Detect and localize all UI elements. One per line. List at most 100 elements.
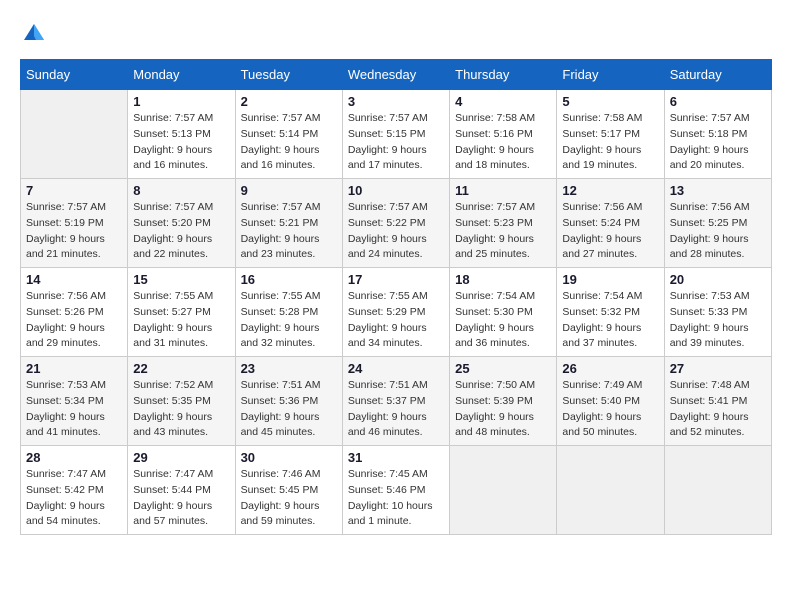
- day-number: 9: [241, 183, 337, 198]
- day-cell: 26 Sunrise: 7:49 AM Sunset: 5:40 PM Dayli…: [557, 357, 664, 446]
- day-cell: 6 Sunrise: 7:57 AM Sunset: 5:18 PM Daylig…: [664, 90, 771, 179]
- day-cell: 3 Sunrise: 7:57 AM Sunset: 5:15 PM Daylig…: [342, 90, 449, 179]
- day-cell: 10 Sunrise: 7:57 AM Sunset: 5:22 PM Dayli…: [342, 179, 449, 268]
- day-number: 5: [562, 94, 658, 109]
- day-info: Sunrise: 7:57 AM Sunset: 5:23 PM Dayligh…: [455, 200, 551, 263]
- day-cell: [21, 90, 128, 179]
- day-number: 12: [562, 183, 658, 198]
- day-info: Sunrise: 7:45 AM Sunset: 5:46 PM Dayligh…: [348, 467, 444, 530]
- day-info: Sunrise: 7:57 AM Sunset: 5:18 PM Dayligh…: [670, 111, 766, 174]
- day-number: 4: [455, 94, 551, 109]
- day-number: 28: [26, 450, 122, 465]
- day-info: Sunrise: 7:57 AM Sunset: 5:22 PM Dayligh…: [348, 200, 444, 263]
- week-row-2: 7 Sunrise: 7:57 AM Sunset: 5:19 PM Daylig…: [21, 179, 772, 268]
- day-number: 13: [670, 183, 766, 198]
- day-info: Sunrise: 7:57 AM Sunset: 5:14 PM Dayligh…: [241, 111, 337, 174]
- day-cell: 2 Sunrise: 7:57 AM Sunset: 5:14 PM Daylig…: [235, 90, 342, 179]
- day-cell: 8 Sunrise: 7:57 AM Sunset: 5:20 PM Daylig…: [128, 179, 235, 268]
- day-number: 27: [670, 361, 766, 376]
- day-info: Sunrise: 7:57 AM Sunset: 5:15 PM Dayligh…: [348, 111, 444, 174]
- day-number: 18: [455, 272, 551, 287]
- week-row-1: 1 Sunrise: 7:57 AM Sunset: 5:13 PM Daylig…: [21, 90, 772, 179]
- day-cell: 14 Sunrise: 7:56 AM Sunset: 5:26 PM Dayli…: [21, 268, 128, 357]
- day-info: Sunrise: 7:47 AM Sunset: 5:44 PM Dayligh…: [133, 467, 229, 530]
- day-cell: 12 Sunrise: 7:56 AM Sunset: 5:24 PM Dayli…: [557, 179, 664, 268]
- day-info: Sunrise: 7:46 AM Sunset: 5:45 PM Dayligh…: [241, 467, 337, 530]
- day-number: 10: [348, 183, 444, 198]
- day-number: 6: [670, 94, 766, 109]
- day-cell: 21Sunrise: 7:53 AM Sunset: 5:34 PM Dayli…: [21, 357, 128, 446]
- day-cell: 22 Sunrise: 7:52 AM Sunset: 5:35 PM Dayli…: [128, 357, 235, 446]
- day-number: 23: [241, 361, 337, 376]
- day-info: Sunrise: 7:57 AM Sunset: 5:13 PM Dayligh…: [133, 111, 229, 174]
- day-info: Sunrise: 7:54 AM Sunset: 5:32 PM Dayligh…: [562, 289, 658, 352]
- day-cell: 27 Sunrise: 7:48 AM Sunset: 5:41 PM Dayli…: [664, 357, 771, 446]
- day-cell: 19 Sunrise: 7:54 AM Sunset: 5:32 PM Dayli…: [557, 268, 664, 357]
- day-number: 8: [133, 183, 229, 198]
- day-cell: [557, 446, 664, 535]
- day-number: 7: [26, 183, 122, 198]
- day-info: Sunrise: 7:55 AM Sunset: 5:27 PM Dayligh…: [133, 289, 229, 352]
- day-number: 29: [133, 450, 229, 465]
- day-info: Sunrise: 7:51 AM Sunset: 5:37 PM Dayligh…: [348, 378, 444, 441]
- day-cell: 24Sunrise: 7:51 AM Sunset: 5:37 PM Dayli…: [342, 357, 449, 446]
- day-number: 1: [133, 94, 229, 109]
- day-info: Sunrise: 7:56 AM Sunset: 5:26 PM Dayligh…: [26, 289, 122, 352]
- weekday-header-tuesday: Tuesday: [235, 60, 342, 90]
- day-cell: 20Sunrise: 7:53 AM Sunset: 5:33 PM Dayli…: [664, 268, 771, 357]
- day-number: 3: [348, 94, 444, 109]
- day-info: Sunrise: 7:48 AM Sunset: 5:41 PM Dayligh…: [670, 378, 766, 441]
- weekday-header-wednesday: Wednesday: [342, 60, 449, 90]
- day-number: 30: [241, 450, 337, 465]
- logo-icon: [22, 20, 46, 44]
- day-number: 21: [26, 361, 122, 376]
- day-cell: 7 Sunrise: 7:57 AM Sunset: 5:19 PM Daylig…: [21, 179, 128, 268]
- day-info: Sunrise: 7:47 AM Sunset: 5:42 PM Dayligh…: [26, 467, 122, 530]
- day-info: Sunrise: 7:51 AM Sunset: 5:36 PM Dayligh…: [241, 378, 337, 441]
- day-info: Sunrise: 7:57 AM Sunset: 5:20 PM Dayligh…: [133, 200, 229, 263]
- day-info: Sunrise: 7:53 AM Sunset: 5:33 PM Dayligh…: [670, 289, 766, 352]
- day-cell: 9 Sunrise: 7:57 AM Sunset: 5:21 PM Daylig…: [235, 179, 342, 268]
- day-info: Sunrise: 7:58 AM Sunset: 5:16 PM Dayligh…: [455, 111, 551, 174]
- day-info: Sunrise: 7:50 AM Sunset: 5:39 PM Dayligh…: [455, 378, 551, 441]
- day-cell: 5 Sunrise: 7:58 AM Sunset: 5:17 PM Daylig…: [557, 90, 664, 179]
- day-number: 16: [241, 272, 337, 287]
- day-cell: 30 Sunrise: 7:46 AM Sunset: 5:45 PM Dayli…: [235, 446, 342, 535]
- logo: [20, 20, 46, 49]
- page-header: [20, 20, 772, 49]
- day-cell: 11Sunrise: 7:57 AM Sunset: 5:23 PM Dayli…: [450, 179, 557, 268]
- day-number: 17: [348, 272, 444, 287]
- day-cell: [450, 446, 557, 535]
- day-cell: 25 Sunrise: 7:50 AM Sunset: 5:39 PM Dayli…: [450, 357, 557, 446]
- day-info: Sunrise: 7:57 AM Sunset: 5:19 PM Dayligh…: [26, 200, 122, 263]
- week-row-4: 21Sunrise: 7:53 AM Sunset: 5:34 PM Dayli…: [21, 357, 772, 446]
- day-number: 31: [348, 450, 444, 465]
- day-number: 25: [455, 361, 551, 376]
- day-info: Sunrise: 7:52 AM Sunset: 5:35 PM Dayligh…: [133, 378, 229, 441]
- day-number: 22: [133, 361, 229, 376]
- day-cell: 18Sunrise: 7:54 AM Sunset: 5:30 PM Dayli…: [450, 268, 557, 357]
- day-cell: 17 Sunrise: 7:55 AM Sunset: 5:29 PM Dayli…: [342, 268, 449, 357]
- day-number: 19: [562, 272, 658, 287]
- day-info: Sunrise: 7:55 AM Sunset: 5:29 PM Dayligh…: [348, 289, 444, 352]
- day-number: 2: [241, 94, 337, 109]
- day-info: Sunrise: 7:56 AM Sunset: 5:25 PM Dayligh…: [670, 200, 766, 263]
- day-cell: 29 Sunrise: 7:47 AM Sunset: 5:44 PM Dayli…: [128, 446, 235, 535]
- day-number: 15: [133, 272, 229, 287]
- day-number: 14: [26, 272, 122, 287]
- day-info: Sunrise: 7:56 AM Sunset: 5:24 PM Dayligh…: [562, 200, 658, 263]
- weekday-header-row: SundayMondayTuesdayWednesdayThursdayFrid…: [21, 60, 772, 90]
- day-info: Sunrise: 7:49 AM Sunset: 5:40 PM Dayligh…: [562, 378, 658, 441]
- day-info: Sunrise: 7:58 AM Sunset: 5:17 PM Dayligh…: [562, 111, 658, 174]
- week-row-3: 14 Sunrise: 7:56 AM Sunset: 5:26 PM Dayli…: [21, 268, 772, 357]
- day-cell: 31 Sunrise: 7:45 AM Sunset: 5:46 PM Dayli…: [342, 446, 449, 535]
- calendar-table: SundayMondayTuesdayWednesdayThursdayFrid…: [20, 59, 772, 535]
- day-info: Sunrise: 7:57 AM Sunset: 5:21 PM Dayligh…: [241, 200, 337, 263]
- day-cell: 28 Sunrise: 7:47 AM Sunset: 5:42 PM Dayli…: [21, 446, 128, 535]
- weekday-header-thursday: Thursday: [450, 60, 557, 90]
- day-cell: 13 Sunrise: 7:56 AM Sunset: 5:25 PM Dayli…: [664, 179, 771, 268]
- day-number: 26: [562, 361, 658, 376]
- weekday-header-saturday: Saturday: [664, 60, 771, 90]
- day-cell: 23 Sunrise: 7:51 AM Sunset: 5:36 PM Dayli…: [235, 357, 342, 446]
- day-cell: [664, 446, 771, 535]
